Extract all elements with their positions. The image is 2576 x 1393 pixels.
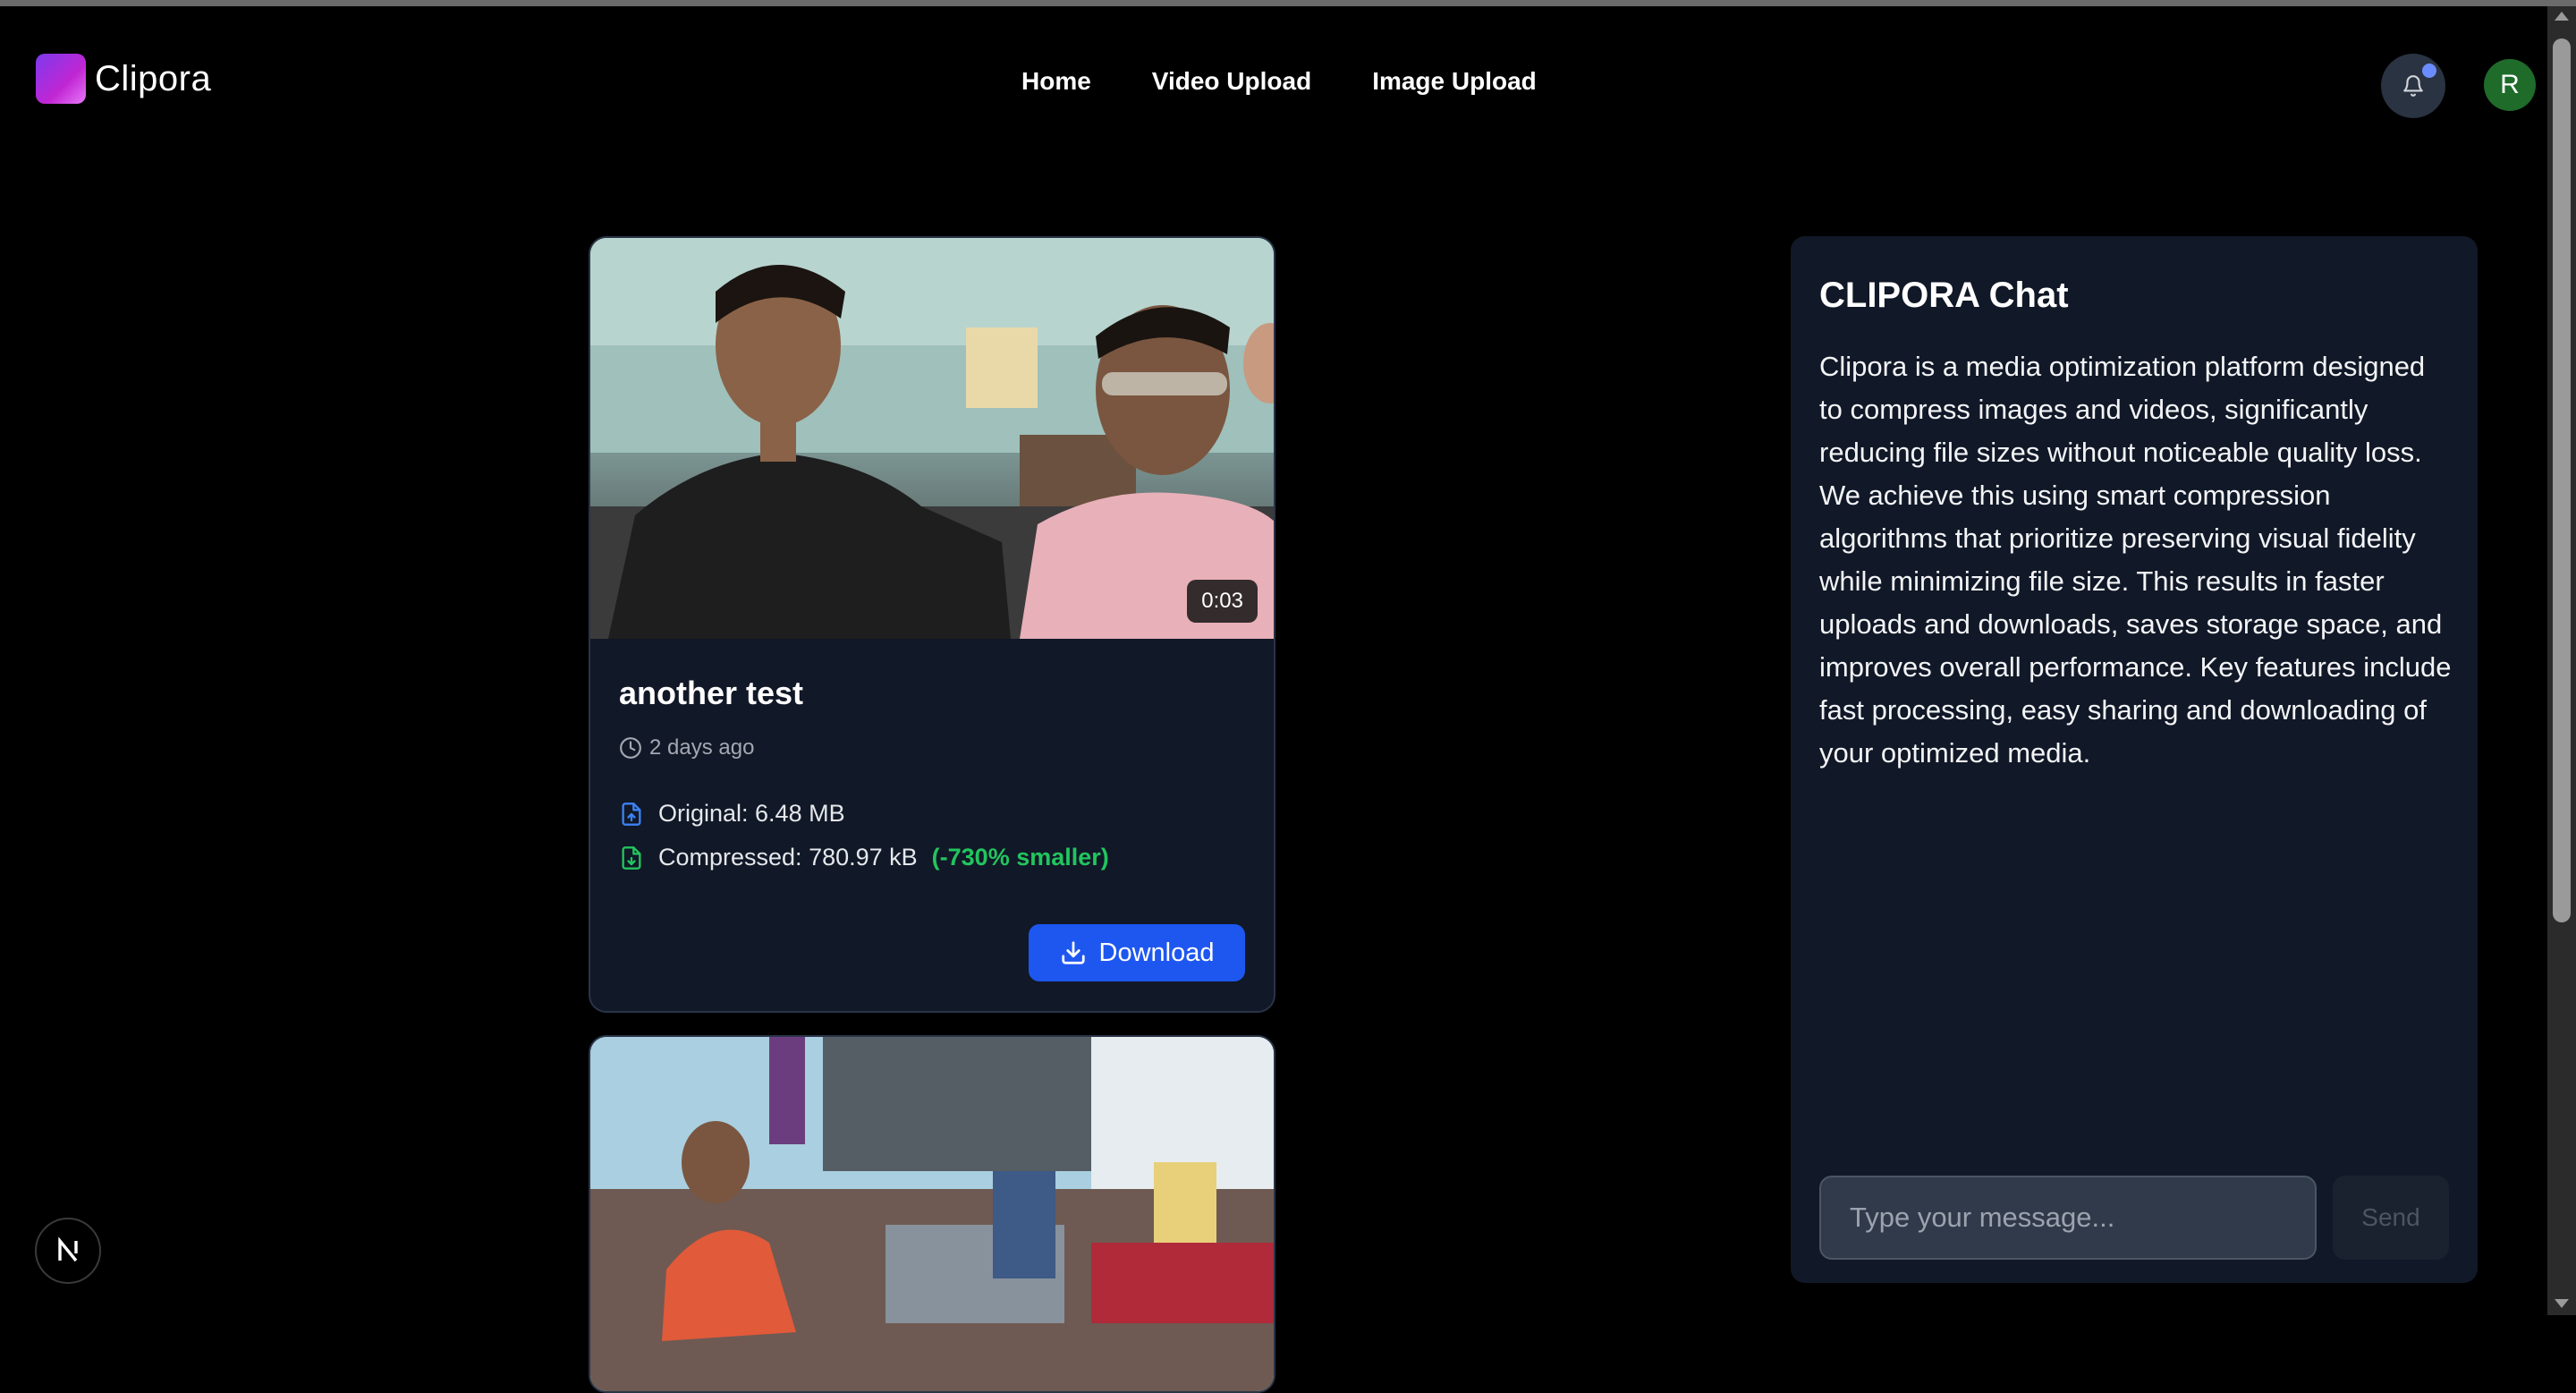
compressed-size: Compressed: 780.97 kB (-730% smaller)	[619, 844, 1245, 871]
upload-time-label: 2 days ago	[649, 735, 755, 760]
upload-time: 2 days ago	[619, 735, 1245, 760]
user-avatar[interactable]: R	[2484, 59, 2536, 111]
page: Clipora Home Video Upload Image Upload R	[0, 6, 2547, 1393]
chat-title: CLIPORA Chat	[1819, 276, 2069, 315]
chat-panel: CLIPORA Chat Clipora is a media optimiza…	[1791, 236, 2478, 1283]
thumbnail-image	[590, 1037, 1274, 1391]
scrollbar-thumb[interactable]	[2553, 38, 2571, 922]
clock-icon	[620, 737, 641, 759]
bell-icon	[2403, 75, 2423, 97]
nav-link-home[interactable]: Home	[1021, 67, 1091, 96]
logo-icon	[36, 54, 86, 104]
original-size: Original: 6.48 MB	[619, 800, 1245, 828]
navbar: Clipora Home Video Upload Image Upload R	[0, 6, 2547, 153]
video-info: another test 2 days ago Original: 6.48 M…	[590, 675, 1274, 871]
brand[interactable]: Clipora	[36, 54, 211, 104]
page-scrollbar[interactable]	[2547, 6, 2576, 1315]
nav-links: Home Video Upload Image Upload	[1021, 67, 1537, 96]
original-size-label: Original: 6.48 MB	[658, 800, 845, 827]
scroll-down-arrow-icon[interactable]	[2555, 1299, 2569, 1308]
notification-dot	[2422, 64, 2436, 78]
video-duration: 0:03	[1187, 580, 1258, 623]
file-upload-icon	[622, 802, 641, 826]
video-thumbnail[interactable]: 0:03	[590, 238, 1274, 639]
compressed-size-label: Compressed: 780.97 kB	[658, 844, 918, 871]
scroll-up-arrow-icon[interactable]	[2555, 12, 2569, 21]
nextjs-dev-indicator[interactable]	[35, 1218, 101, 1284]
brand-name: Clipora	[95, 58, 212, 98]
video-card: 0:03 another test 2 days ago Original: 6…	[589, 236, 1275, 1013]
chat-message: Clipora is a media optimization platform…	[1819, 351, 2452, 769]
thumbnail-image	[590, 238, 1274, 639]
chat-input[interactable]	[1819, 1176, 2317, 1260]
download-icon	[1061, 941, 1085, 964]
video-card	[589, 1035, 1275, 1393]
savings-label: (-730% smaller)	[931, 844, 1109, 871]
send-button[interactable]: Send	[2333, 1176, 2449, 1260]
video-title: another test	[619, 675, 804, 711]
nav-link-video-upload[interactable]: Video Upload	[1152, 67, 1311, 96]
nav-link-image-upload[interactable]: Image Upload	[1372, 67, 1537, 96]
notifications-button[interactable]	[2381, 54, 2445, 118]
browser-top-border	[0, 0, 2576, 6]
download-label: Download	[1098, 938, 1215, 967]
video-thumbnail[interactable]	[590, 1037, 1274, 1391]
file-download-icon	[622, 845, 641, 870]
download-button[interactable]: Download	[1029, 924, 1245, 981]
nextjs-logo-icon	[58, 1237, 78, 1262]
